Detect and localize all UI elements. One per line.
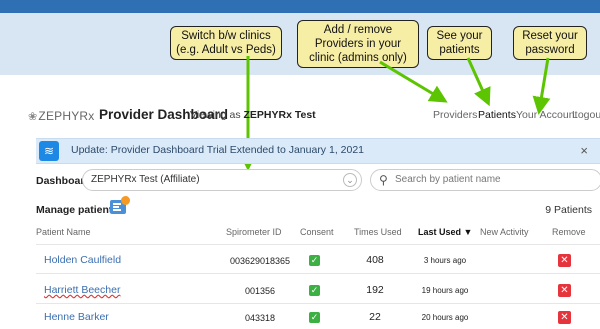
consent-check-icon: ✓ bbox=[309, 285, 320, 296]
callout-add-remove-providers: Add / remove Providers in your clinic (a… bbox=[297, 20, 419, 68]
callout-see-patients: See your patients bbox=[427, 26, 492, 60]
table-divider bbox=[36, 244, 600, 245]
close-icon[interactable]: × bbox=[580, 143, 588, 158]
viewing-as: Viewing as ZEPHYRx Test bbox=[190, 109, 316, 121]
callout-reset-password: Reset your password bbox=[513, 26, 587, 60]
patient-name-link[interactable]: Harriett Beecher bbox=[44, 284, 120, 296]
viewing-as-name: ZEPHYRx Test bbox=[243, 109, 316, 121]
logo-text: ZEPHYRx bbox=[38, 109, 95, 123]
notification-dot bbox=[121, 196, 130, 205]
times-used-cell: 408 bbox=[366, 254, 384, 266]
callout-switch-clinics: Switch b/w clinics (e.g. Adult vs Peds) bbox=[170, 26, 282, 60]
nav-your-account[interactable]: Your Account bbox=[516, 109, 578, 121]
patient-name-link[interactable]: Henne Barker bbox=[44, 311, 109, 323]
times-used-cell: 22 bbox=[369, 311, 381, 323]
patient-search-input[interactable]: ⚲ Search by patient name bbox=[370, 169, 600, 191]
zephyrx-logo-icon: ❀ bbox=[28, 111, 38, 123]
viewing-as-label: Viewing as bbox=[190, 109, 241, 121]
dashboard-select[interactable]: ZEPHYRx Test (Affiliate) ⌄ bbox=[82, 169, 362, 191]
last-used-cell: 20 hours ago bbox=[421, 313, 469, 322]
nav-providers[interactable]: Providers bbox=[433, 109, 477, 121]
manage-patients-label: Manage patients: bbox=[36, 204, 122, 216]
consent-check-icon: ✓ bbox=[309, 255, 320, 266]
column-header-spirometer-id[interactable]: Spirometer ID bbox=[226, 227, 282, 237]
app-header: ❀ZEPHYRx Provider Dashboard Viewing as Z… bbox=[0, 100, 600, 130]
consent-check-icon: ✓ bbox=[309, 312, 320, 323]
search-icon: ⚲ bbox=[379, 173, 388, 187]
top-accent-bar bbox=[0, 0, 600, 13]
column-header-times-used[interactable]: Times Used bbox=[354, 227, 402, 237]
column-header-remove: Remove bbox=[552, 227, 586, 237]
remove-patient-button[interactable]: ✕ bbox=[558, 254, 571, 267]
row-divider bbox=[36, 273, 600, 274]
times-used-cell: 192 bbox=[366, 284, 384, 296]
column-header-last-used[interactable]: Last Used ▼ bbox=[418, 227, 472, 237]
list-icon[interactable] bbox=[110, 196, 130, 214]
spirometer-id-cell: 001356 bbox=[244, 286, 276, 296]
zephyrx-logo[interactable]: ❀ZEPHYRx bbox=[28, 109, 95, 123]
remove-patient-button[interactable]: ✕ bbox=[558, 284, 571, 297]
remove-patient-button[interactable]: ✕ bbox=[558, 311, 571, 324]
nav-logout[interactable]: Logout bbox=[572, 109, 600, 121]
patient-name-link[interactable]: Holden Caulfield bbox=[44, 254, 121, 266]
search-placeholder: Search by patient name bbox=[395, 174, 501, 185]
last-used-cell: 19 hours ago bbox=[421, 286, 469, 295]
spirometer-id-cell: 043318 bbox=[244, 313, 276, 323]
column-header-patient-name[interactable]: Patient Name bbox=[36, 227, 91, 237]
wind-icon: ≋ bbox=[39, 141, 59, 161]
last-used-cell: 3 hours ago bbox=[423, 256, 467, 265]
spirometer-id-cell: 003629018365 bbox=[229, 256, 291, 266]
nav-patients[interactable]: Patients bbox=[478, 109, 516, 121]
update-notice: ≋ Update: Provider Dashboard Trial Exten… bbox=[36, 138, 600, 164]
update-message: Update: Provider Dashboard Trial Extende… bbox=[71, 144, 365, 156]
patient-count: 9 Patients bbox=[545, 204, 592, 216]
column-header-consent[interactable]: Consent bbox=[300, 227, 334, 237]
dashboard-selected-value: ZEPHYRx Test (Affiliate) bbox=[91, 174, 200, 185]
row-divider bbox=[36, 303, 600, 304]
chevron-down-icon: ⌄ bbox=[343, 173, 357, 187]
column-header-new-activity[interactable]: New Activity bbox=[480, 227, 529, 237]
